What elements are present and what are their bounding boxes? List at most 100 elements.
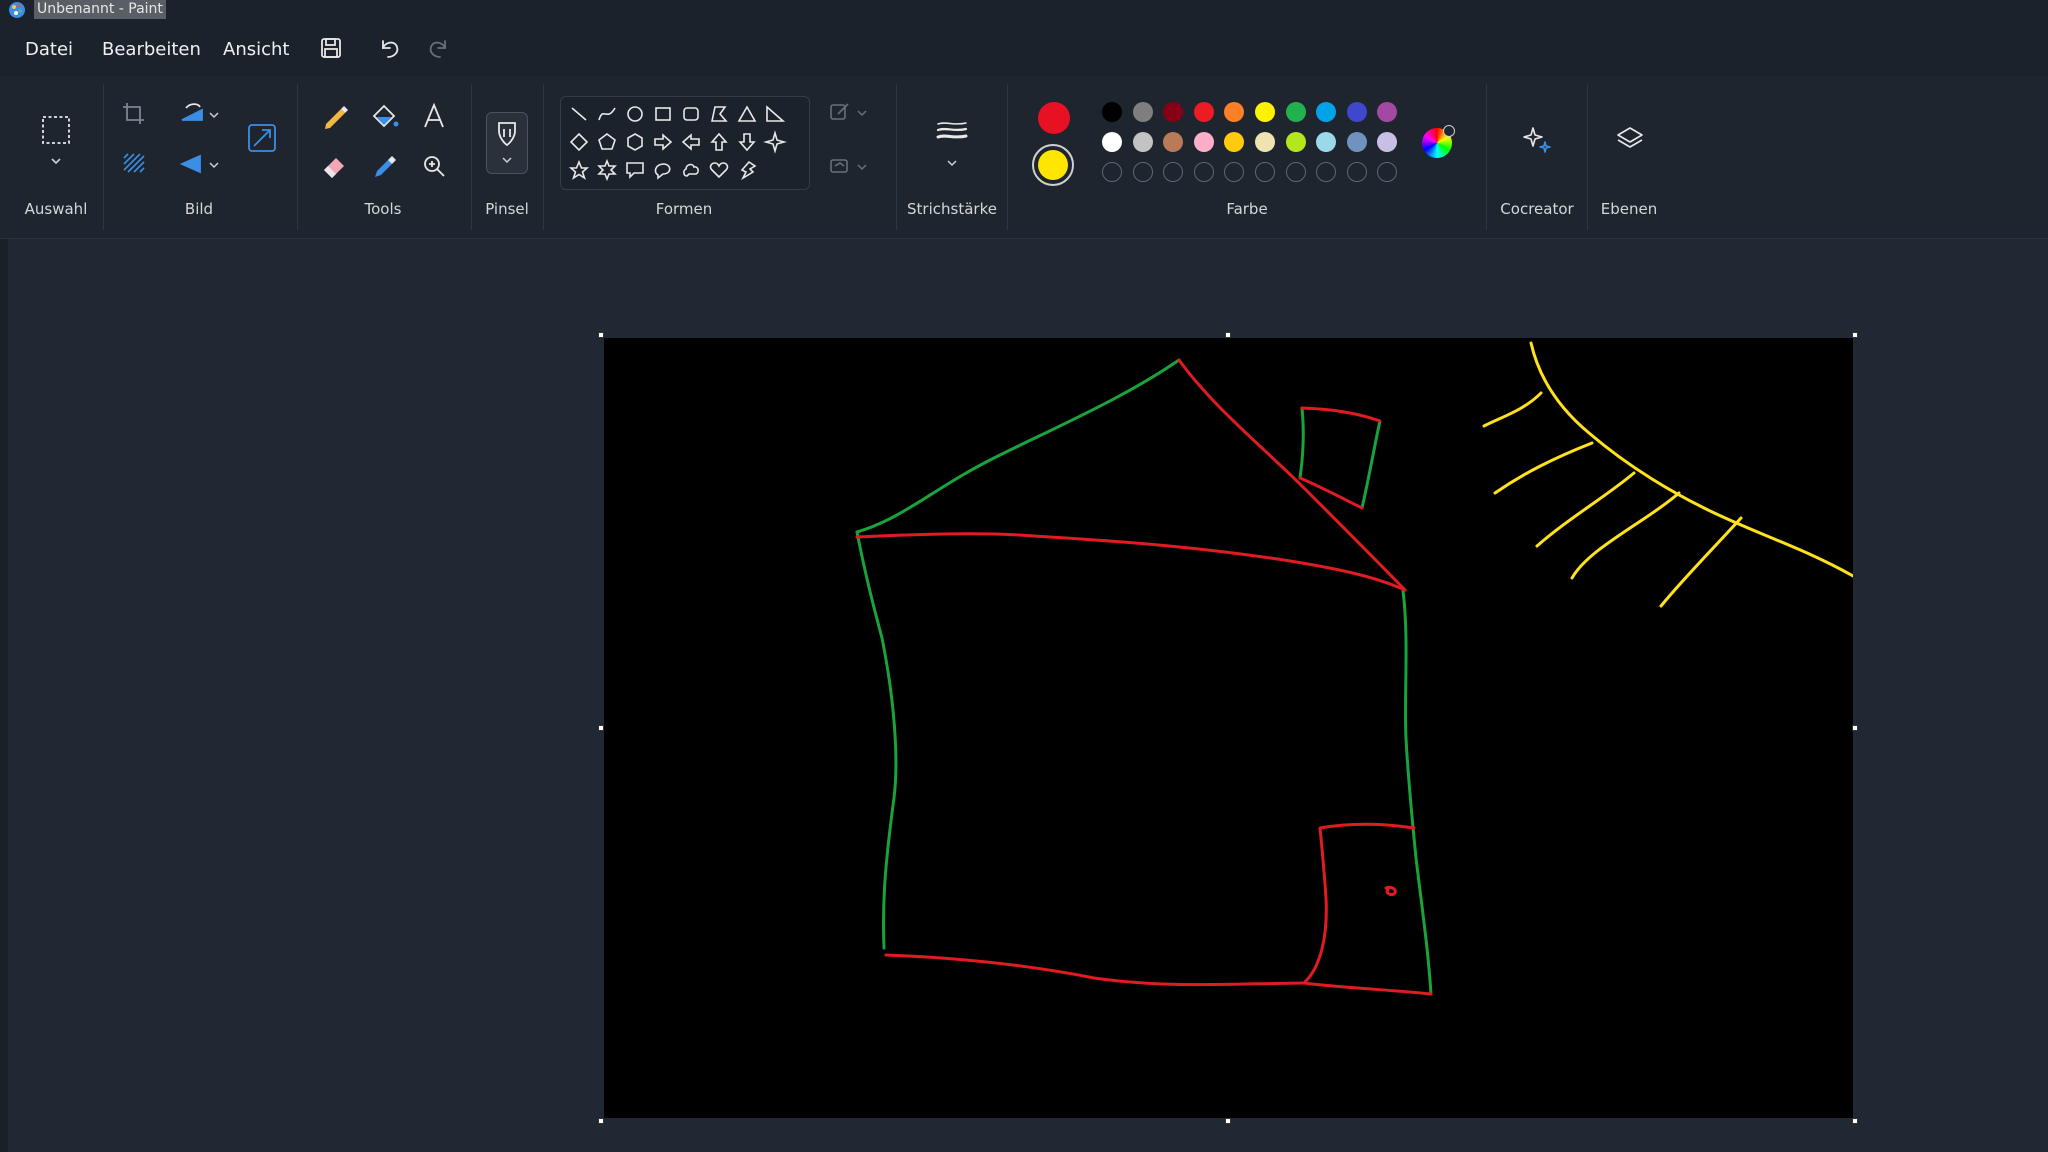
custom-color-slot[interactable] [1255,162,1275,182]
polygon-shape[interactable] [707,102,731,126]
palette-color-swatch[interactable] [1224,132,1244,152]
menu-datei[interactable]: Datei [25,38,73,62]
callout-cloud-shape[interactable] [679,158,703,182]
palette-color-swatch[interactable] [1255,132,1275,152]
callout-rect-icon [626,162,644,179]
palette-color-swatch[interactable] [1194,102,1214,122]
ground-stroke [884,953,1306,987]
custom-color-slot[interactable] [1194,162,1214,182]
resize-handle[interactable] [598,725,604,731]
custom-color-slot[interactable] [1316,162,1336,182]
palette-color-swatch[interactable] [1224,102,1244,122]
menu-bearbeiten[interactable]: Bearbeiten [102,38,201,62]
palette-color-swatch[interactable] [1102,102,1122,122]
oval-icon [627,106,643,122]
oval-shape[interactable] [623,102,647,126]
arrow-left-shape[interactable] [679,130,703,154]
lightning-shape[interactable] [735,158,759,182]
menu-ansicht[interactable]: Ansicht [223,38,289,62]
redo-icon [429,40,446,58]
stroke-width-icon [936,122,968,139]
arrow-up-shape[interactable] [707,130,731,154]
callout-rect-shape[interactable] [623,158,647,182]
chevron-down-icon[interactable] [856,108,868,118]
drawing-strokes [855,341,1853,996]
triangle-shape[interactable] [735,102,759,126]
shape-fill-button[interactable] [826,152,854,180]
diamond-shape[interactable] [567,130,591,154]
custom-color-slot[interactable] [1102,162,1122,182]
palette-color-swatch[interactable] [1316,102,1336,122]
palette-color-swatch[interactable] [1133,132,1153,152]
shape-outline-button[interactable] [826,98,854,126]
rounded-rectangle-shape[interactable] [679,102,703,126]
group-layers: Ebenen [1588,76,1670,238]
line-shape[interactable] [567,102,591,126]
line-icon [571,107,587,121]
arrow-left-icon [681,133,700,151]
right-triangle-icon [766,105,786,122]
resize-handle[interactable] [1225,1118,1231,1124]
star5-shape[interactable] [567,158,591,182]
curve-shape[interactable] [595,102,619,126]
chevron-down-icon[interactable] [945,158,959,168]
star6-shape[interactable] [595,158,619,182]
custom-color-slot[interactable] [1163,162,1183,182]
roof-right-stroke [1177,358,1407,592]
drawing-canvas[interactable] [604,338,1853,1118]
custom-color-slot[interactable] [1133,162,1153,182]
triangle-icon [737,105,757,122]
star4-shape[interactable] [763,130,787,154]
group-stroke: Strichstärke [897,76,1007,238]
fill-shape-icon [830,159,848,173]
palette-color-swatch[interactable] [1377,102,1397,122]
stroke-width-button[interactable] [932,112,972,152]
palette-color-swatch[interactable] [1286,132,1306,152]
custom-color-slot[interactable] [1347,162,1367,182]
undo-button[interactable] [371,30,407,66]
palette-color-swatch[interactable] [1163,102,1183,122]
resize-handle[interactable] [1852,1118,1858,1124]
custom-color-slot[interactable] [1286,162,1306,182]
resize-handle[interactable] [598,1118,604,1124]
custom-color-slot[interactable] [1224,162,1244,182]
resize-handle[interactable] [1852,725,1858,731]
redo-button[interactable] [421,30,457,66]
palette-color-swatch[interactable] [1286,102,1306,122]
sun-arc-stroke [1529,341,1853,578]
rectangle-shape[interactable] [651,102,675,126]
custom-color-slot[interactable] [1377,162,1397,182]
palette-color-swatch[interactable] [1255,102,1275,122]
heart-shape[interactable] [707,158,731,182]
palette-color-swatch[interactable] [1102,132,1122,152]
group-label-shapes: Formen [655,200,713,218]
arrow-right-shape[interactable] [651,130,675,154]
layers-button[interactable] [1610,120,1650,160]
color-wheel-icon[interactable] [1422,125,1455,158]
hexagon-icon [627,133,643,151]
primary-color-swatch[interactable] [1038,102,1070,134]
palette-color-swatch[interactable] [1133,102,1153,122]
resize-handle[interactable] [1225,332,1231,338]
palette-color-swatch[interactable] [1377,132,1397,152]
rounded-rectangle-icon [683,107,699,121]
pentagon-shape[interactable] [595,130,619,154]
hexagon-shape[interactable] [623,130,647,154]
resize-handle[interactable] [1852,332,1858,338]
palette-color-swatch[interactable] [1194,132,1214,152]
right-triangle-shape[interactable] [763,102,787,126]
save-button[interactable] [313,30,349,66]
window-title: Unbenannt - Paint [34,0,166,19]
chimney-left-stroke [1298,406,1305,480]
arrow-up-icon [710,132,728,151]
resize-handle[interactable] [598,332,604,338]
callout-oval-shape[interactable] [651,158,675,182]
palette-color-swatch[interactable] [1347,132,1367,152]
palette-color-swatch[interactable] [1316,132,1336,152]
chevron-down-icon[interactable] [856,162,868,172]
palette-color-swatch[interactable] [1347,102,1367,122]
arrow-down-shape[interactable] [735,130,759,154]
palette-color-swatch[interactable] [1163,132,1183,152]
cocreator-button[interactable] [1517,120,1557,160]
secondary-color-swatch[interactable] [1038,150,1068,180]
